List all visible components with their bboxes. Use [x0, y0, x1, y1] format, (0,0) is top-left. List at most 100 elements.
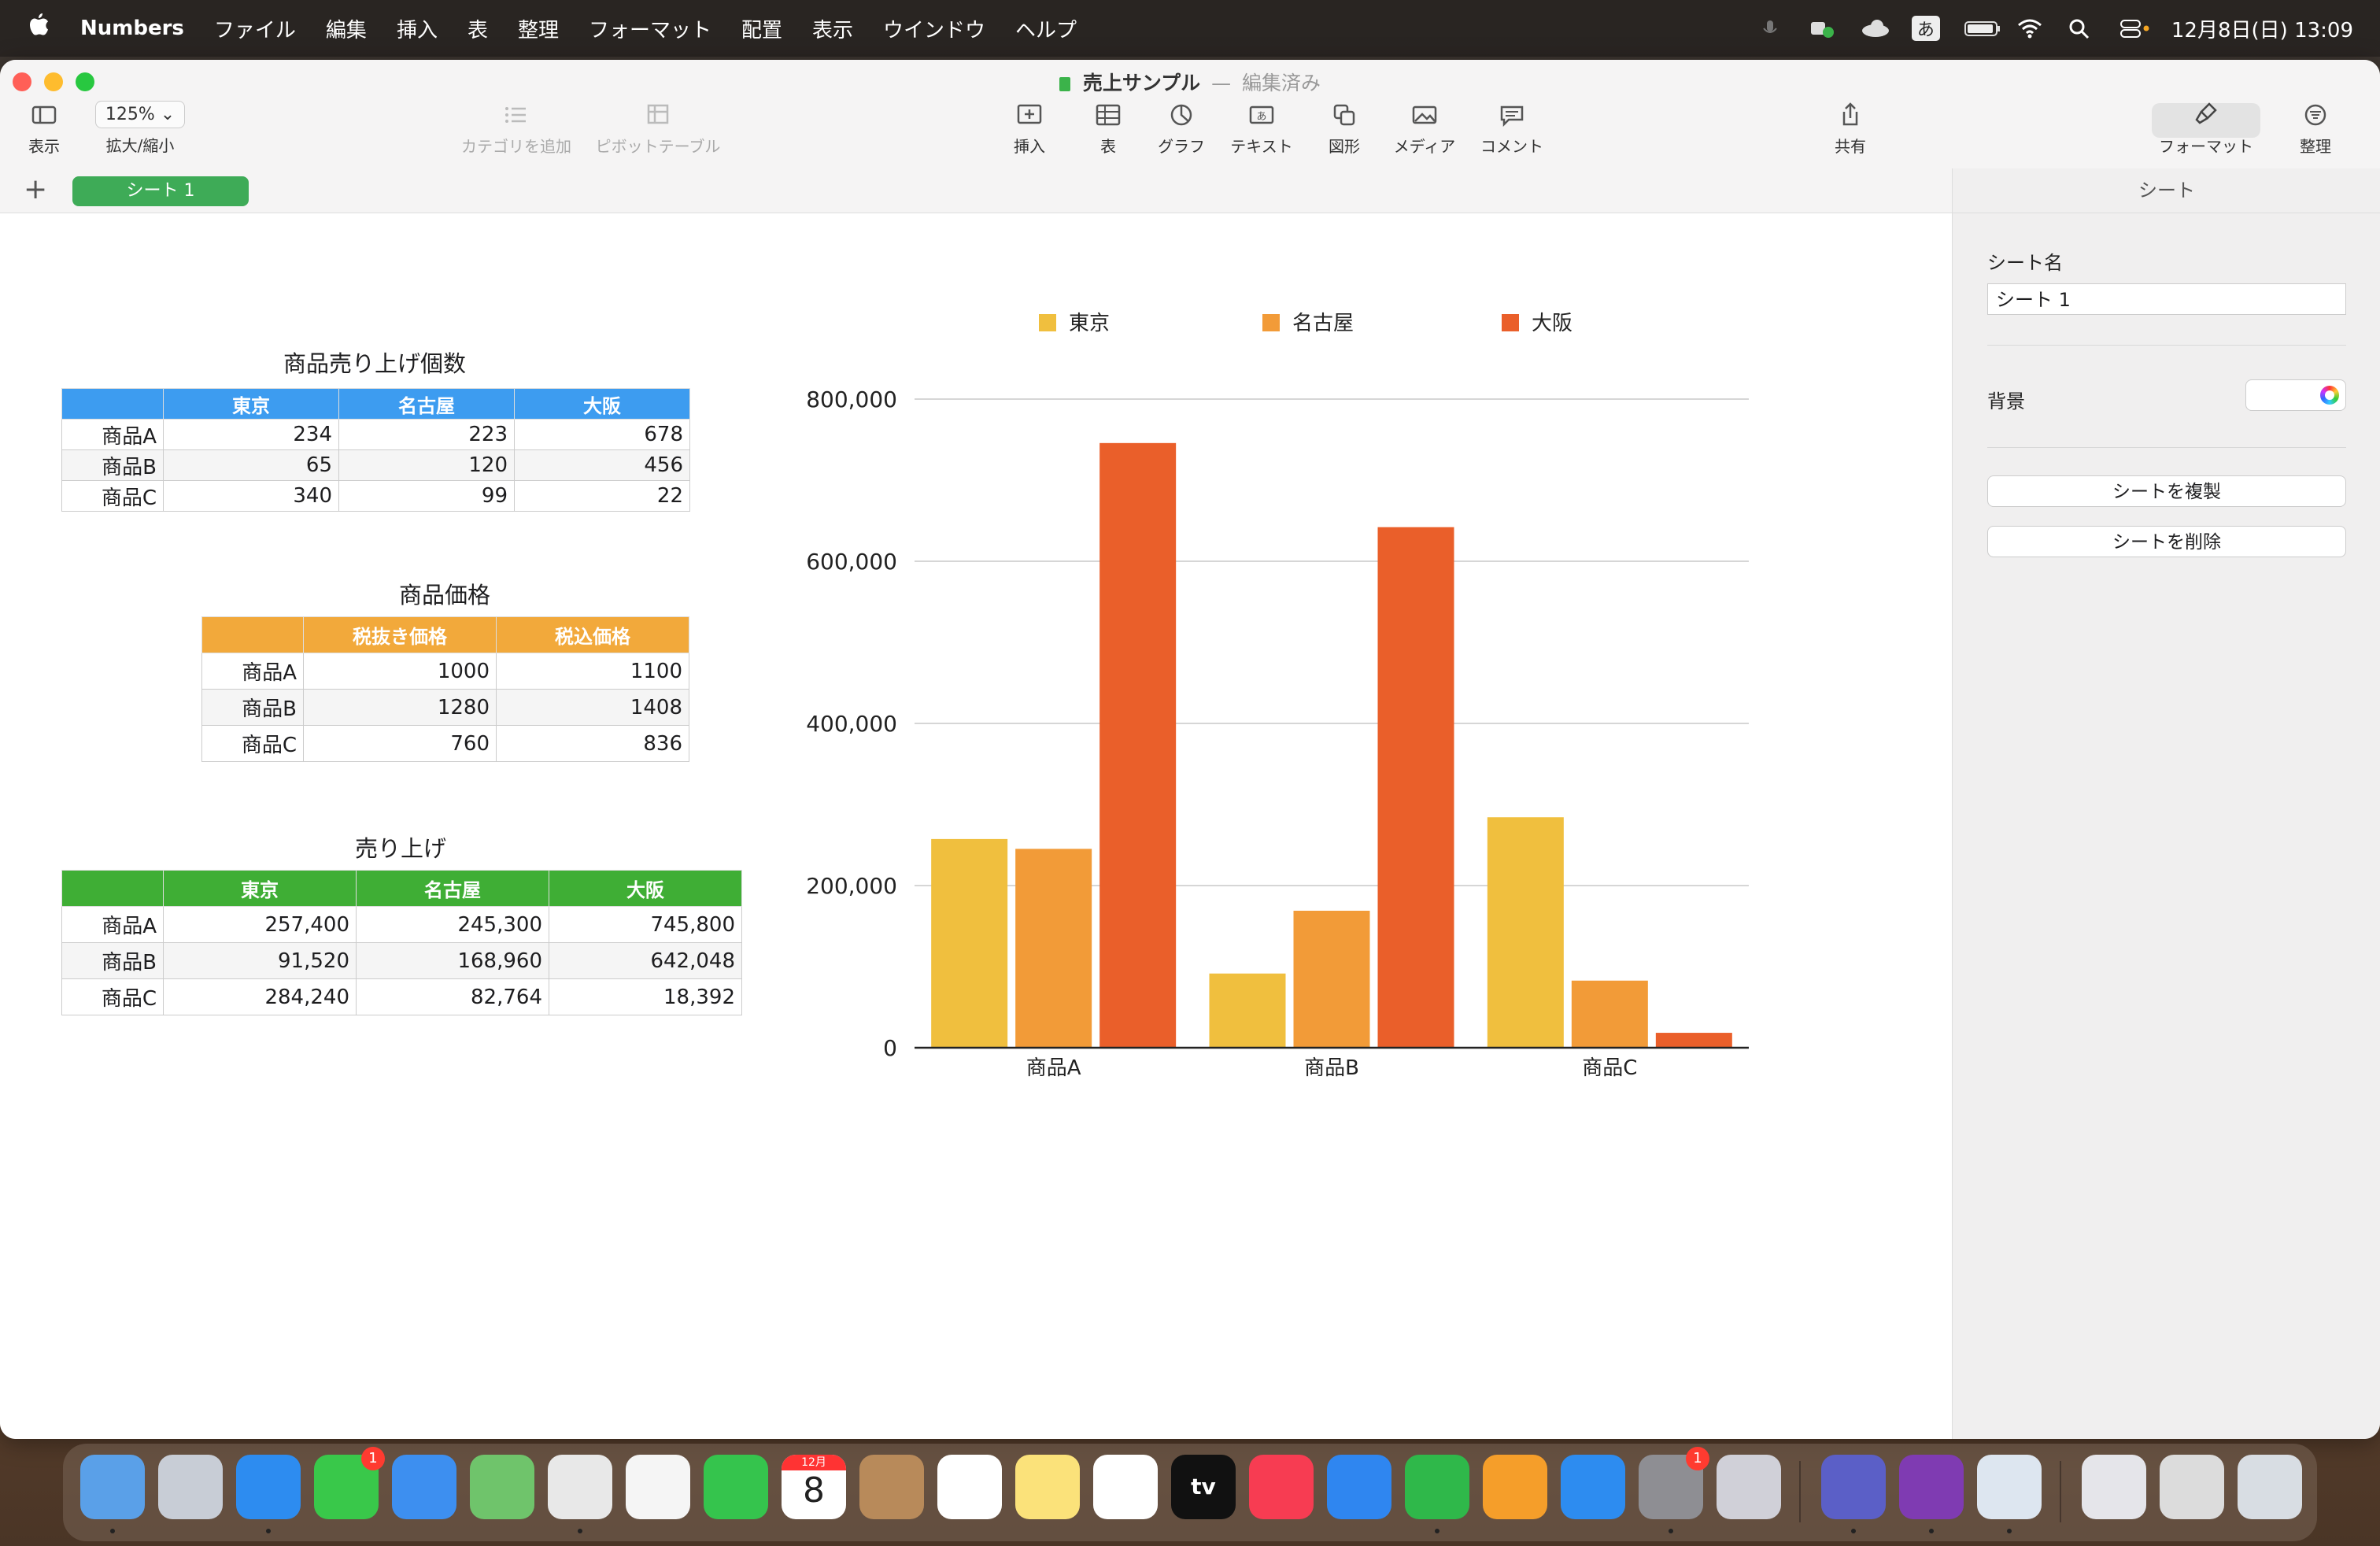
numbers-icon[interactable]: [1405, 1455, 1469, 1519]
row-header-cell[interactable]: 商品C: [201, 725, 304, 762]
microphone-icon[interactable]: [1756, 17, 1784, 39]
reminders-icon[interactable]: [937, 1455, 1002, 1519]
appletv-icon[interactable]: tv: [1171, 1455, 1236, 1519]
shape-button[interactable]: 図形: [1325, 101, 1363, 157]
teams-status-icon[interactable]: [1808, 17, 1836, 39]
table-cell[interactable]: 760: [303, 725, 497, 762]
pivot-table-button[interactable]: ピボットテーブル: [593, 101, 722, 157]
calendar-icon[interactable]: 12月 8: [782, 1455, 846, 1519]
bar[interactable]: [1487, 817, 1564, 1048]
preview-icon[interactable]: [1977, 1455, 2042, 1519]
chart-button[interactable]: グラフ: [1155, 101, 1207, 157]
header-corner-cell[interactable]: [61, 388, 164, 420]
column-header[interactable]: 大阪: [549, 870, 742, 907]
column-header[interactable]: 名古屋: [356, 870, 549, 907]
finder-icon[interactable]: [80, 1455, 145, 1519]
table-cell[interactable]: 234: [163, 419, 339, 450]
table-cell[interactable]: 678: [514, 419, 690, 450]
menu-format[interactable]: フォーマット: [574, 14, 726, 43]
teams-icon[interactable]: [1821, 1455, 1886, 1519]
battery-icon[interactable]: [1964, 17, 2000, 39]
insert-button[interactable]: 挿入: [1009, 101, 1050, 157]
control-center-icon[interactable]: [2119, 17, 2149, 39]
table-cell[interactable]: 1280: [303, 689, 497, 726]
header-corner-cell[interactable]: [61, 870, 164, 907]
format-button[interactable]: フォーマット: [2155, 101, 2257, 157]
spotlight-search-icon[interactable]: [2068, 17, 2096, 39]
iphone-mirroring-icon[interactable]: [1717, 1455, 1781, 1519]
table-cell[interactable]: 642,048: [549, 942, 742, 979]
table-cell[interactable]: 22: [514, 480, 690, 512]
input-method-indicator[interactable]: あ: [1911, 16, 1940, 41]
table-cell[interactable]: 223: [338, 419, 515, 450]
music-icon[interactable]: [1249, 1455, 1314, 1519]
text-button[interactable]: あ テキスト: [1228, 101, 1295, 157]
table-cell[interactable]: 340: [163, 480, 339, 512]
column-header[interactable]: 名古屋: [338, 388, 515, 420]
menu-table[interactable]: 表: [453, 14, 503, 43]
sales-bar-chart[interactable]: 0 200,000 400,000 600,000 800,000 商品A 商品B 商品C 東京…: [787, 276, 1779, 1095]
menu-window[interactable]: ウインドウ: [868, 14, 1000, 43]
table-cell[interactable]: 99: [338, 480, 515, 512]
table-cell[interactable]: 284,240: [163, 978, 357, 1015]
row-header-cell[interactable]: 商品C: [61, 978, 164, 1015]
table-cell[interactable]: 745,800: [549, 906, 742, 943]
bar[interactable]: [1571, 980, 1648, 1048]
bar[interactable]: [1209, 973, 1286, 1048]
menubar-clock[interactable]: 12月8日(日) 13:09: [2171, 14, 2353, 43]
table-cell[interactable]: 91,520: [163, 942, 357, 979]
menu-edit[interactable]: 編集: [311, 14, 382, 43]
bar[interactable]: [1293, 910, 1370, 1048]
row-header-cell[interactable]: 商品A: [61, 906, 164, 943]
column-header[interactable]: 東京: [163, 388, 339, 420]
table-cell[interactable]: 1000: [303, 653, 497, 690]
table-cell[interactable]: 1100: [496, 653, 689, 690]
units-table[interactable]: 東京 名古屋 大阪 商品A 234 223 678 商品B 65 120 456 商品C 340 99 22: [61, 388, 690, 512]
bar[interactable]: [931, 838, 1008, 1048]
mail-icon[interactable]: [392, 1455, 456, 1519]
column-header[interactable]: 税込価格: [496, 616, 689, 653]
bar[interactable]: [1377, 527, 1454, 1048]
keynote-icon[interactable]: [1327, 1455, 1391, 1519]
tab-sheet-1[interactable]: シート 1: [72, 176, 249, 206]
appstore-icon[interactable]: [1561, 1455, 1625, 1519]
row-header-cell[interactable]: 商品B: [61, 449, 164, 481]
maps-icon[interactable]: [470, 1455, 534, 1519]
column-header[interactable]: 東京: [163, 870, 357, 907]
column-header[interactable]: 税抜き価格: [303, 616, 497, 653]
media-button[interactable]: メディア: [1391, 101, 1458, 157]
organize-button[interactable]: 整理: [2297, 101, 2334, 157]
bar[interactable]: [1655, 1033, 1732, 1048]
photos-icon[interactable]: [626, 1455, 690, 1519]
table-cell[interactable]: 836: [496, 725, 689, 762]
duplicate-sheet-button[interactable]: シートを複製: [1987, 475, 2346, 507]
table-cell[interactable]: 245,300: [356, 906, 549, 943]
sheet-name-input[interactable]: シート 1: [1987, 283, 2346, 315]
table-cell[interactable]: 120: [338, 449, 515, 481]
zoom-control[interactable]: 125% ⌄ 拡大/縮小: [93, 101, 187, 156]
row-header-cell[interactable]: 商品A: [201, 653, 304, 690]
downloads-icon[interactable]: [2082, 1455, 2146, 1519]
header-corner-cell[interactable]: [201, 616, 304, 653]
price-table[interactable]: 税抜き価格 税込価格商品A 1000 1100 商品B 1280 1408 商品C 760 836: [201, 616, 689, 762]
row-header-cell[interactable]: 商品A: [61, 419, 164, 450]
view-button[interactable]: 表示: [20, 101, 68, 157]
table-cell[interactable]: 1408: [496, 689, 689, 726]
add-category-button[interactable]: カテゴリを追加: [460, 101, 573, 157]
safari-icon[interactable]: [236, 1455, 301, 1519]
table-cell[interactable]: 168,960: [356, 942, 549, 979]
trash-icon[interactable]: [2238, 1455, 2302, 1519]
launchpad-icon[interactable]: [158, 1455, 223, 1519]
row-header-cell[interactable]: 商品B: [201, 689, 304, 726]
contacts-icon[interactable]: [859, 1455, 924, 1519]
pages-icon[interactable]: [1483, 1455, 1547, 1519]
menu-insert[interactable]: 挿入: [382, 14, 453, 43]
table-button[interactable]: 表: [1089, 101, 1127, 157]
color-wheel-icon[interactable]: [2320, 386, 2339, 405]
bar[interactable]: [1015, 849, 1092, 1048]
icloud-icon[interactable]: [1860, 17, 1889, 39]
table-cell[interactable]: 65: [163, 449, 339, 481]
menu-view[interactable]: 表示: [797, 14, 868, 43]
menu-arrange[interactable]: 配置: [726, 14, 797, 43]
column-header[interactable]: 大阪: [514, 388, 690, 420]
